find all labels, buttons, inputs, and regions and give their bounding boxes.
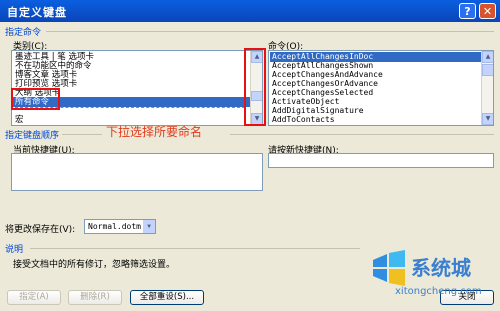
commands-scrollbar[interactable]: ▲ ▼ xyxy=(481,51,493,125)
selected-category-highlight xyxy=(11,88,60,110)
help-button[interactable]: ? xyxy=(459,3,476,19)
remove-button[interactable]: 删除(R) xyxy=(68,290,122,305)
section-divider xyxy=(230,134,494,135)
watermark-url: xitongcheng.com xyxy=(395,286,482,297)
description-section-title: 说明 xyxy=(5,245,24,255)
commands-list[interactable]: AcceptAllChangesInDoc AcceptAllChangesSh… xyxy=(268,50,494,126)
watermark-logo-icon xyxy=(373,250,405,286)
reset-all-button[interactable]: 全部重设(S)... xyxy=(130,290,204,305)
save-in-select[interactable]: Normal.dotm ▼ xyxy=(84,219,156,234)
keyboard-sequence-section-title: 指定键盘顺序 xyxy=(5,131,60,141)
specify-command-section-title: 指定命令 xyxy=(5,28,42,38)
save-in-value: Normal.dotm xyxy=(88,222,141,231)
close-window-button[interactable]: ✕ xyxy=(479,3,496,19)
section-divider xyxy=(46,31,494,32)
title-bar[interactable]: 自定义键盘 ? ✕ xyxy=(0,0,500,22)
section-divider xyxy=(30,248,360,249)
chevron-down-icon[interactable]: ▼ xyxy=(143,220,155,233)
category-item[interactable]: 宏 xyxy=(15,115,24,125)
description-text: 接受文档中的所有修订，忽略筛选设置。 xyxy=(13,260,176,270)
scrollbar-highlight xyxy=(244,48,266,126)
assign-button[interactable]: 指定(A) xyxy=(7,290,61,305)
dialog-title: 自定义键盘 xyxy=(7,6,67,19)
command-item[interactable]: AddToContacts xyxy=(272,115,335,125)
scroll-up-icon[interactable]: ▲ xyxy=(482,51,493,63)
watermark: 系统城 xitongcheng.com xyxy=(367,248,500,311)
section-divider xyxy=(62,134,102,135)
scroll-thumb[interactable] xyxy=(482,64,493,76)
current-keys-list[interactable] xyxy=(11,153,263,191)
save-in-label: 将更改保存在(V): xyxy=(5,225,76,235)
customize-keyboard-dialog: 自定义键盘 ? ✕ 指定命令 类别(C): 墨迹工具 | 笔 选项卡 不在功能区… xyxy=(0,0,500,311)
scroll-down-icon[interactable]: ▼ xyxy=(482,113,493,125)
new-key-input[interactable] xyxy=(268,153,494,168)
watermark-text: 系统城 xyxy=(411,256,471,280)
instruction-annotation: 下拉选择所要命名 xyxy=(106,125,203,139)
